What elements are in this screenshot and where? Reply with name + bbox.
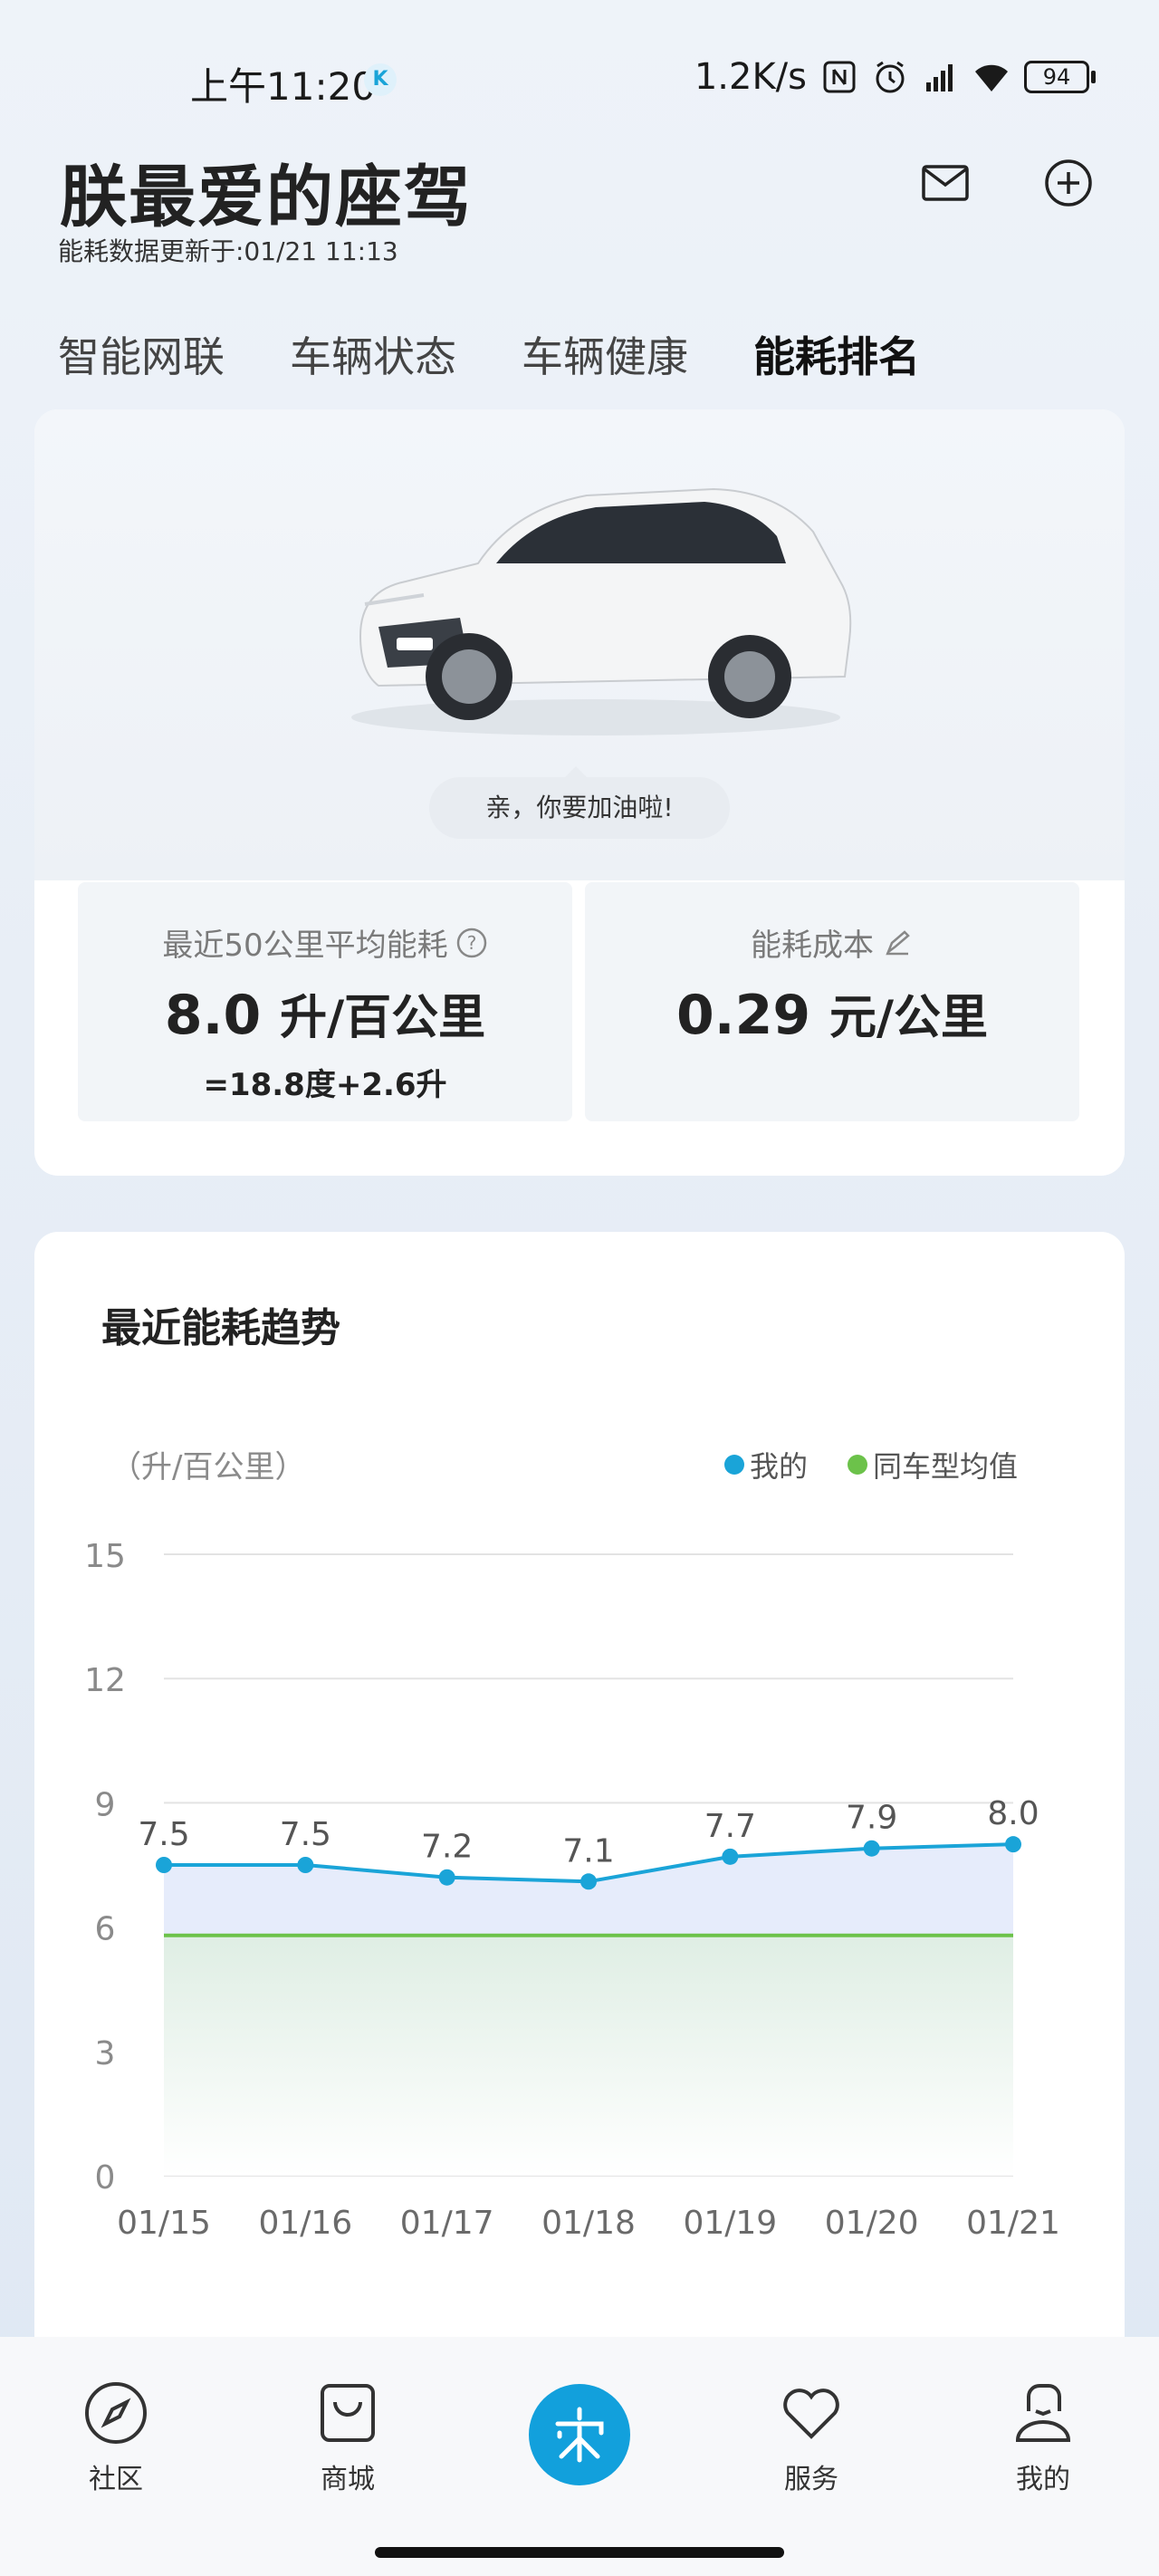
mine-data-label: 7.9	[846, 1800, 897, 1837]
alarm-icon	[876, 61, 905, 93]
y-tick-label: 15	[84, 1538, 126, 1575]
mine-point	[1005, 1836, 1021, 1853]
home-indicator	[375, 2547, 784, 2558]
help-icon[interactable]: ?	[455, 927, 488, 959]
energy-summary-card: 亲，你要加油啦! 最近50公里平均能耗 ? 8.0 升/百公里 =18.8度+2…	[34, 409, 1125, 1176]
nav-mine-label: 我的	[1016, 2464, 1070, 2495]
shopping-bag-icon	[321, 2384, 375, 2442]
network-speed: 1.2K/s	[694, 56, 807, 98]
x-tick-label: 01/20	[825, 2205, 919, 2242]
y-tick-label: 3	[95, 2035, 116, 2072]
avg-consumption-value: 8.0	[164, 984, 262, 1047]
song-logo-icon	[555, 2407, 604, 2463]
mine-point	[156, 1857, 172, 1873]
mine-data-label: 8.0	[987, 1795, 1039, 1832]
x-tick-label: 01/18	[541, 2205, 636, 2242]
x-tick-label: 01/15	[117, 2205, 211, 2242]
avg-consumption-unit: 升/百公里	[280, 991, 486, 1045]
mine-point	[297, 1857, 314, 1873]
nav-service-label: 服务	[784, 2464, 838, 2495]
energy-cost-label: 能耗成本	[751, 928, 874, 964]
nav-community[interactable]: 社区	[53, 2379, 179, 2496]
signal-icon	[926, 64, 953, 91]
x-tick-label: 01/16	[258, 2205, 352, 2242]
average-area	[164, 1935, 1013, 2176]
nav-mall-label: 商城	[321, 2464, 375, 2495]
y-tick-label: 9	[95, 1786, 116, 1823]
battery-level: 94	[1024, 61, 1089, 93]
car-image	[351, 487, 852, 735]
compass-icon	[85, 2382, 147, 2444]
refuel-bubble: 亲，你要加油啦!	[429, 766, 730, 839]
mine-point	[722, 1848, 739, 1865]
mine-point	[438, 1869, 455, 1886]
tab-bar: 智能网联 车辆状态 车辆健康 能耗排名	[58, 324, 920, 428]
y-tick-label: 6	[95, 1911, 116, 1948]
avg-consumption-label: 最近50公里平均能耗	[162, 928, 448, 964]
mine-data-label: 7.5	[280, 1816, 331, 1853]
mine-data-label: 7.5	[138, 1816, 189, 1853]
status-time: 上午11:20	[190, 64, 377, 109]
nav-mine[interactable]: 我的	[980, 2379, 1106, 2496]
avg-consumption-panel: 最近50公里平均能耗 ? 8.0 升/百公里 =18.8度+2.6升	[78, 882, 572, 1121]
heart-icon	[783, 2389, 839, 2439]
nfc-icon	[823, 61, 856, 93]
car-display: 亲，你要加油啦!	[34, 409, 1125, 880]
page-title: 朕最爱的座驾	[60, 159, 473, 236]
trend-card: 最近能耗趋势 （升/百公里） 我的 同车型均值 0 3 6 9 12 15 01/15 01/…	[34, 1232, 1125, 2409]
tab-vehicle-status[interactable]: 车辆状态	[290, 324, 456, 384]
y-tick-label: 12	[84, 1662, 126, 1699]
nav-song-home[interactable]	[529, 2384, 630, 2485]
wifi-icon	[975, 64, 1008, 91]
battery-icon: 94	[1024, 61, 1096, 93]
add-icon[interactable]	[1039, 154, 1097, 212]
mine-data-label: 7.2	[421, 1829, 473, 1866]
x-tick-label: 01/21	[966, 2205, 1060, 2242]
nav-mall[interactable]: 商城	[284, 2379, 411, 2496]
nav-community-label: 社区	[89, 2464, 143, 2495]
bottom-nav: 社区 商城 服务 我的	[0, 2337, 1159, 2576]
k-badge-icon: K	[364, 63, 397, 96]
tab-vehicle-health[interactable]: 车辆健康	[522, 324, 688, 384]
y-tick-label: 0	[95, 2159, 116, 2196]
svg-text:?: ?	[466, 932, 476, 954]
profile-icon	[1015, 2384, 1071, 2442]
mail-icon[interactable]	[916, 154, 974, 212]
nav-service[interactable]: 服务	[748, 2379, 875, 2496]
avg-consumption-breakdown: =18.8度+2.6升	[203, 1067, 447, 1103]
mine-data-label: 7.1	[562, 1832, 614, 1870]
x-tick-label: 01/19	[683, 2205, 777, 2242]
status-bar: 上午11:20 K 1.2K/s 94	[0, 0, 1159, 154]
edit-icon[interactable]	[881, 927, 914, 959]
status-right: 1.2K/s 94	[694, 56, 1096, 98]
trend-chart: 0 3 6 9 12 15 01/15 01/16 01/17 01/18 01/19 01/20 01…	[84, 1538, 1060, 2242]
mine-data-label: 7.7	[704, 1808, 756, 1845]
energy-cost-value: 0.29	[676, 984, 811, 1047]
mine-point	[580, 1873, 597, 1890]
mine-point	[863, 1840, 880, 1857]
x-tick-label: 01/17	[400, 2205, 494, 2242]
tab-smart-connect[interactable]: 智能网联	[58, 324, 225, 384]
update-time: 能耗数据更新于:01/21 11:13	[58, 236, 398, 266]
energy-cost-unit: 元/公里	[829, 991, 988, 1045]
tab-energy-ranking[interactable]: 能耗排名	[753, 324, 920, 428]
energy-cost-panel[interactable]: 能耗成本 0.29 元/公里	[585, 882, 1079, 1121]
